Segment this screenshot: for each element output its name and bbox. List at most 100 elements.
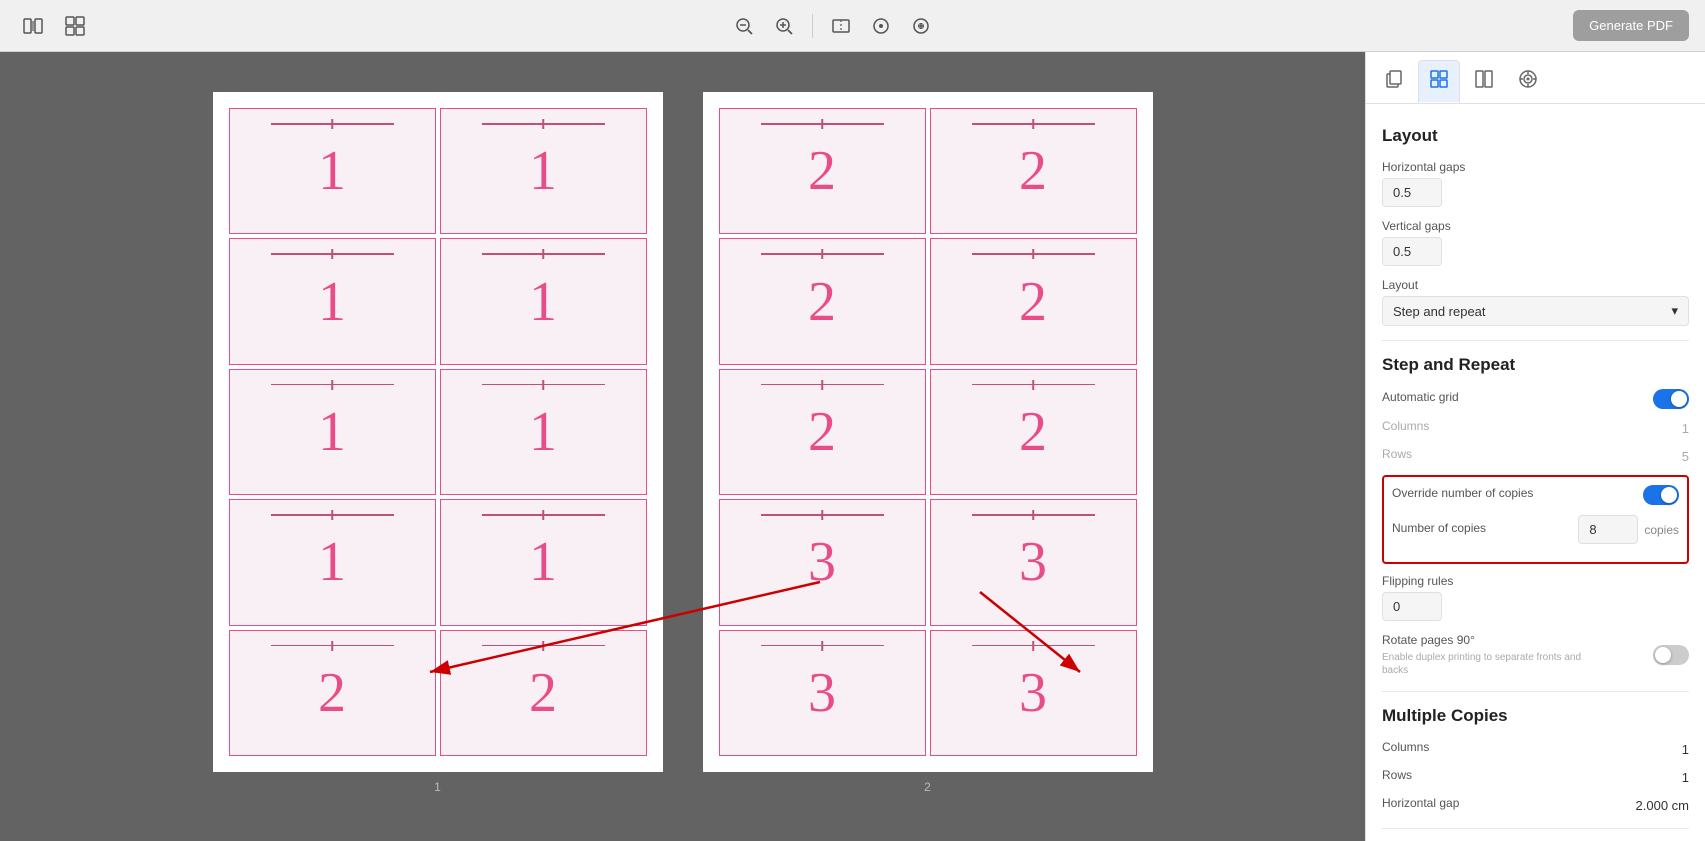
layout-label: Layout (1382, 278, 1689, 292)
pages-row: 1111111122122222233332 (213, 92, 1153, 794)
grid-view-button[interactable] (58, 9, 92, 43)
mc-rows-value: 1 (1682, 770, 1689, 785)
flipping-rules-value[interactable]: 0 (1382, 592, 1442, 621)
card-top-tick (1032, 119, 1034, 129)
fit-page-button[interactable] (825, 10, 857, 42)
card: 2 (719, 108, 926, 234)
override-copies-toggle[interactable] (1643, 485, 1679, 505)
panel-content: Layout Horizontal gaps 0.5 Vertical gaps… (1366, 104, 1705, 841)
card: 1 (229, 108, 436, 234)
card: 3 (930, 630, 1137, 756)
vertical-gaps-field: Vertical gaps 0.5 (1382, 219, 1689, 266)
card-top-tick (542, 119, 544, 129)
rotate-sublabel: Enable duplex printing to separate front… (1382, 651, 1582, 677)
toolbar-left (16, 9, 92, 43)
multiple-copies-title: Multiple Copies (1382, 706, 1689, 726)
override-copies-label: Override number of copies (1392, 486, 1533, 500)
card-number: 1 (529, 143, 557, 199)
horizontal-gaps-value[interactable]: 0.5 (1382, 178, 1442, 207)
rotate-toggle[interactable] (1653, 645, 1689, 665)
chevron-down-icon: ▾ (1671, 303, 1678, 319)
card-number: 2 (529, 665, 557, 721)
rows-value: 5 (1682, 449, 1689, 464)
divider-2 (1382, 691, 1689, 692)
card-top-tick (821, 380, 823, 390)
horizontal-gaps-field: Horizontal gaps 0.5 (1382, 160, 1689, 207)
card-number: 1 (318, 143, 346, 199)
zoom-out-button[interactable] (728, 10, 760, 42)
automatic-grid-row: Automatic grid (1382, 389, 1689, 409)
tab-columns[interactable] (1464, 61, 1504, 102)
divider-1 (1382, 340, 1689, 341)
flipping-rules-label: Flipping rules (1382, 574, 1689, 588)
card-top-tick (331, 641, 333, 651)
card-top-tick (542, 641, 544, 651)
card-top-tick (821, 641, 823, 651)
fullscreen-button[interactable] (905, 10, 937, 42)
card: 2 (930, 369, 1137, 495)
automatic-grid-label: Automatic grid (1382, 390, 1459, 404)
card-top-tick (542, 249, 544, 259)
card-number: 2 (808, 274, 836, 330)
tab-copy[interactable] (1374, 61, 1414, 102)
mc-horiz-gap-row: Horizontal gap 2.000 cm (1382, 796, 1689, 814)
layout-section-title: Layout (1382, 126, 1689, 146)
card-number: 3 (808, 534, 836, 590)
card-top-tick (331, 510, 333, 520)
rows-row: Rows 5 (1382, 447, 1689, 465)
card-top-tick (1032, 641, 1034, 651)
card-number: 2 (1019, 404, 1047, 460)
page-number-label: 1 (434, 780, 441, 794)
tab-grid[interactable] (1418, 60, 1460, 103)
rotate-label: Rotate pages 90° (1382, 633, 1582, 647)
generate-pdf-button[interactable]: Generate PDF (1573, 10, 1689, 41)
mc-rows-row: Rows 1 (1382, 768, 1689, 786)
card-number: 1 (529, 274, 557, 330)
card: 2 (930, 238, 1137, 364)
vertical-gaps-label: Vertical gaps (1382, 219, 1689, 233)
page-1: 1111111122 (213, 92, 663, 772)
card-number: 1 (529, 404, 557, 460)
card-top-tick (821, 119, 823, 129)
card-top-tick (331, 249, 333, 259)
automatic-grid-toggle[interactable] (1653, 389, 1689, 409)
layout-select[interactable]: Step and repeat ▾ (1382, 296, 1689, 326)
number-copies-label: Number of copies (1392, 521, 1486, 535)
card: 1 (440, 108, 647, 234)
toolbar-right: Generate PDF (1573, 10, 1689, 41)
card: 2 (719, 369, 926, 495)
page-container-2: 22222233332 (703, 92, 1153, 794)
card: 3 (930, 499, 1137, 625)
rows-label: Rows (1382, 447, 1412, 461)
columns-view-button[interactable] (16, 9, 50, 43)
toolbar-divider (812, 14, 813, 38)
divider-3 (1382, 828, 1689, 829)
card: 2 (229, 630, 436, 756)
toolbar: Generate PDF (0, 0, 1705, 52)
card-top-tick (1032, 510, 1034, 520)
number-copies-value[interactable]: 8 (1578, 515, 1638, 544)
card-top-tick (331, 119, 333, 129)
zoom-in-button[interactable] (768, 10, 800, 42)
card: 2 (440, 630, 647, 756)
card-number: 1 (318, 404, 346, 460)
card-number: 2 (808, 143, 836, 199)
card: 3 (719, 499, 926, 625)
vertical-gaps-value[interactable]: 0.5 (1382, 237, 1442, 266)
page-2: 2222223333 (703, 92, 1153, 772)
tab-target[interactable] (1508, 61, 1548, 102)
zoom-reset-button[interactable] (865, 10, 897, 42)
flipping-rules-field: Flipping rules 0 (1382, 574, 1689, 621)
rotate-label-group: Rotate pages 90° Enable duplex printing … (1382, 633, 1582, 677)
card-top-tick (331, 380, 333, 390)
main: 1111111122122222233332 (0, 52, 1705, 841)
override-copies-box: Override number of copies Number of copi… (1382, 475, 1689, 564)
card-top-tick (542, 380, 544, 390)
mc-columns-label: Columns (1382, 740, 1429, 754)
card-number: 1 (318, 274, 346, 330)
card-top-tick (1032, 249, 1034, 259)
mc-columns-value: 1 (1682, 742, 1689, 757)
columns-label: Columns (1382, 419, 1429, 433)
card: 1 (440, 369, 647, 495)
card: 1 (229, 499, 436, 625)
